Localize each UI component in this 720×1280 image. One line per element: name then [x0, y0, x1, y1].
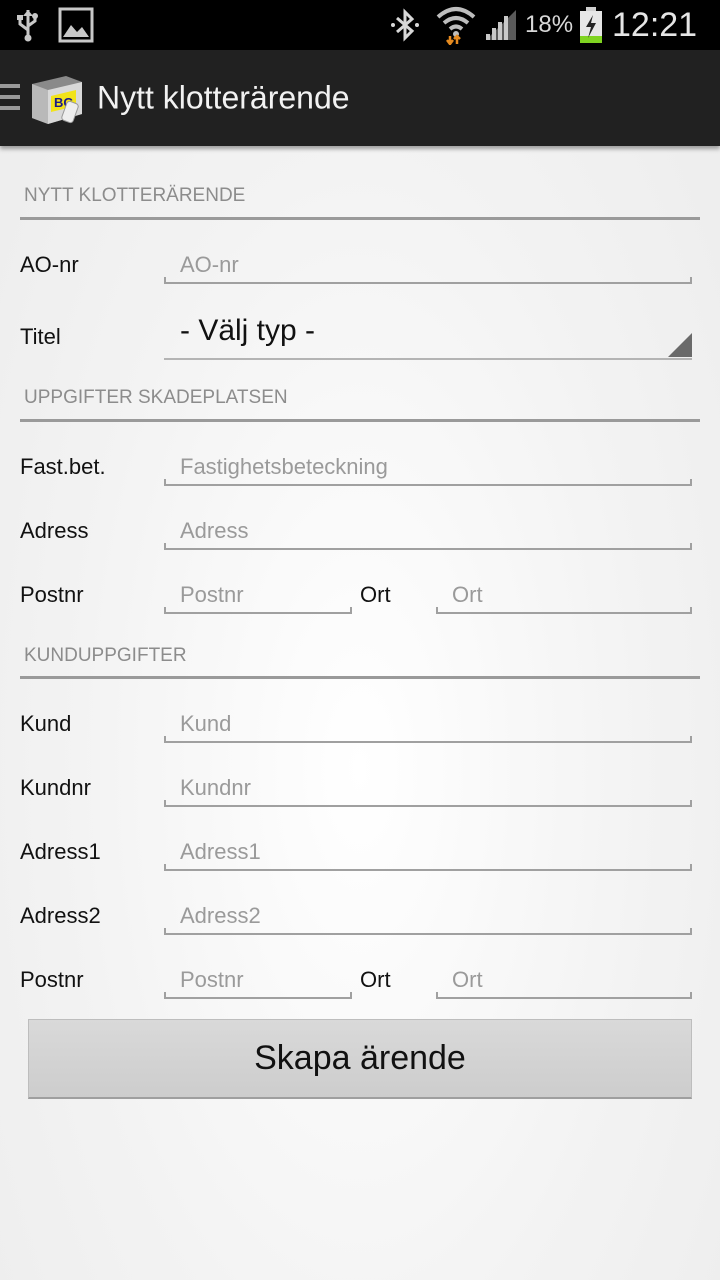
app-logo-icon[interactable]: BG — [28, 70, 86, 128]
battery-charging-icon — [578, 0, 604, 50]
clock: 12:21 — [612, 5, 698, 44]
action-bar: BG Nytt klotterärende — [0, 50, 720, 146]
adress2-label: Adress2 — [20, 903, 101, 928]
fastighetsbeteckning-input[interactable] — [180, 452, 686, 482]
customer-postnr-field-container — [164, 965, 352, 999]
ort-label: Ort — [360, 582, 391, 607]
wifi-icon — [436, 0, 476, 50]
section-header-location: UPPGIFTER SKADEPLATSEN — [24, 387, 288, 408]
section-header-new-case: NYTT KLOTTERÄRENDE — [24, 185, 246, 206]
adress2-input[interactable] — [180, 901, 686, 931]
kund-input[interactable] — [180, 709, 686, 739]
image-icon — [58, 0, 94, 50]
title-label: Titel — [20, 324, 61, 349]
customer-ort-field-container — [436, 965, 692, 999]
adress1-field-container — [164, 837, 692, 871]
customer-ort-label: Ort — [360, 967, 391, 992]
ao-nr-field-container — [164, 250, 692, 284]
postnr-label: Postnr — [20, 582, 84, 607]
section-divider — [20, 676, 700, 679]
create-case-button[interactable]: Skapa ärende — [28, 1019, 692, 1099]
adress1-label: Adress1 — [20, 839, 101, 864]
title-type-dropdown[interactable]: - Välj typ - — [164, 312, 692, 360]
adress-input[interactable] — [180, 516, 686, 546]
battery-percent: 18% — [525, 11, 574, 38]
kundnr-input[interactable] — [180, 773, 686, 803]
customer-postnr-input[interactable] — [180, 965, 346, 995]
signal-icon — [484, 0, 518, 50]
kundnr-field-container — [164, 773, 692, 807]
ao-nr-input[interactable] — [180, 250, 686, 280]
section-divider — [20, 419, 700, 422]
adress-label: Adress — [20, 518, 89, 543]
status-bar: 18% 12:21 — [0, 0, 720, 50]
customer-ort-input[interactable] — [452, 965, 686, 995]
adress2-field-container — [164, 901, 692, 935]
kundnr-label: Kundnr — [20, 775, 91, 800]
postnr-input[interactable] — [180, 580, 346, 610]
page-title: Nytt klotterärende — [97, 79, 350, 116]
ao-nr-label: AO-nr — [20, 252, 79, 277]
bluetooth-icon — [390, 0, 420, 50]
customer-postnr-label: Postnr — [20, 967, 84, 992]
adress-field-container — [164, 516, 692, 550]
usb-icon — [14, 0, 42, 50]
kund-label: Kund — [20, 711, 72, 736]
ort-input[interactable] — [452, 580, 686, 610]
dropdown-arrow-icon — [668, 333, 692, 357]
kund-field-container — [164, 709, 692, 743]
adress1-input[interactable] — [180, 837, 686, 867]
hamburger-menu-icon[interactable] — [0, 84, 20, 114]
fastbet-label: Fast.bet. — [20, 454, 106, 479]
section-header-customer: KUNDUPPGIFTER — [24, 645, 187, 666]
fastbet-field-container — [164, 452, 692, 486]
postnr-field-container — [164, 580, 352, 614]
dropdown-selected-value: - Välj typ - — [180, 314, 316, 347]
section-divider — [20, 217, 700, 220]
ort-field-container — [436, 580, 692, 614]
